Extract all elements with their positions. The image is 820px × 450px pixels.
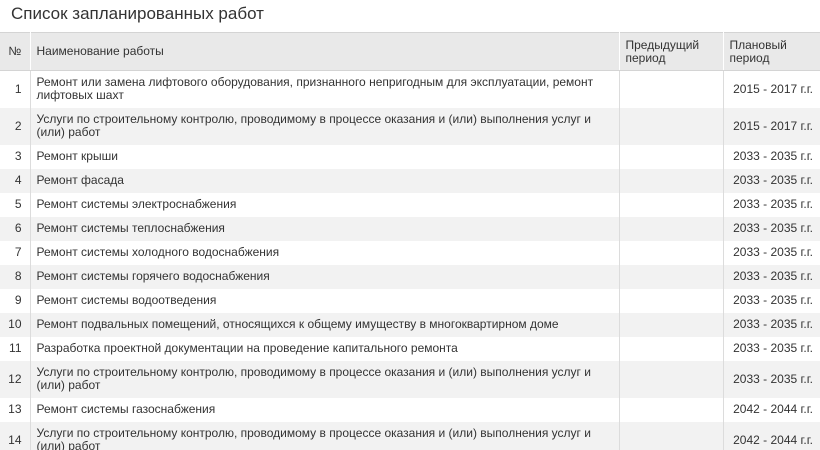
table-row: 4 Ремонт фасада 2033 - 2035 г.г. <box>0 168 820 193</box>
row-number: 7 <box>0 240 31 265</box>
work-name: Услуги по строительному контролю, провод… <box>30 107 620 145</box>
planned-works-panel: Список запланированных работ № Наименова… <box>0 0 820 450</box>
column-header-planned-period: Плановый период <box>723 32 820 71</box>
table-header-row: № Наименование работы Предыдущий период … <box>0 32 820 71</box>
planned-period: 2033 - 2035 г.г. <box>723 264 820 289</box>
row-number: 8 <box>0 264 31 289</box>
table-row: 12 Услуги по строительному контролю, пров… <box>0 360 820 398</box>
planned-period: 2033 - 2035 г.г. <box>723 192 820 217</box>
table-row: 8 Ремонт системы горячего водоснабжения 20… <box>0 264 820 289</box>
table-row: 11 Разработка проектной документации на п… <box>0 336 820 361</box>
table-row: 3 Ремонт крыши 2033 - 2035 г.г. <box>0 144 820 169</box>
row-number: 9 <box>0 288 31 313</box>
table-row: 1 Ремонт или замена лифтового оборудовани… <box>0 70 820 108</box>
row-number: 4 <box>0 168 31 193</box>
planned-period: 2015 - 2017 г.г. <box>723 107 820 145</box>
table-row: 6 Ремонт системы теплоснабжения 2033 - 203… <box>0 216 820 241</box>
row-number: 1 <box>0 70 31 108</box>
previous-period <box>619 336 724 361</box>
table-row: 9 Ремонт системы водоотведения 2033 - 2035… <box>0 288 820 313</box>
row-number: 2 <box>0 107 31 145</box>
row-number: 5 <box>0 192 31 217</box>
row-number: 11 <box>0 336 31 361</box>
previous-period <box>619 288 724 313</box>
work-name: Ремонт системы холодного водоснабжения <box>30 240 620 265</box>
row-number: 13 <box>0 397 31 422</box>
row-number: 6 <box>0 216 31 241</box>
planned-period: 2033 - 2035 г.г. <box>723 312 820 337</box>
planned-period: 2033 - 2035 г.г. <box>723 360 820 398</box>
column-header-num: № <box>0 32 31 71</box>
work-name: Ремонт фасада <box>30 168 620 193</box>
table-row: 10 Ремонт подвальных помещений, относящих… <box>0 312 820 337</box>
work-name: Ремонт системы электроснабжения <box>30 192 620 217</box>
row-number: 10 <box>0 312 31 337</box>
previous-period <box>619 168 724 193</box>
previous-period <box>619 107 724 145</box>
work-name: Ремонт крыши <box>30 144 620 169</box>
previous-period <box>619 240 724 265</box>
previous-period <box>619 144 724 169</box>
planned-period: 2015 - 2017 г.г. <box>723 70 820 108</box>
previous-period <box>619 360 724 398</box>
table-row: 2 Услуги по строительному контролю, прово… <box>0 107 820 145</box>
planned-period: 2033 - 2035 г.г. <box>723 144 820 169</box>
planned-period: 2042 - 2044 г.г. <box>723 397 820 422</box>
planned-period: 2033 - 2035 г.г. <box>723 288 820 313</box>
planned-works-table: № Наименование работы Предыдущий период … <box>0 32 820 450</box>
planned-period: 2033 - 2035 г.г. <box>723 168 820 193</box>
page-title: Список запланированных работ <box>11 4 264 23</box>
previous-period <box>619 216 724 241</box>
previous-period <box>619 192 724 217</box>
previous-period <box>619 397 724 422</box>
work-name: Услуги по строительному контролю, провод… <box>30 421 620 450</box>
table-row: 14 Услуги по строительному контролю, пров… <box>0 421 820 450</box>
work-name: Ремонт подвальных помещений, относящихся… <box>30 312 620 337</box>
work-name: Разработка проектной документации на про… <box>30 336 620 361</box>
work-name: Ремонт или замена лифтового оборудования… <box>30 70 620 108</box>
column-header-previous-period: Предыдущий период <box>619 32 724 71</box>
work-name: Ремонт системы водоотведения <box>30 288 620 313</box>
work-name: Ремонт системы газоснабжения <box>30 397 620 422</box>
work-name: Услуги по строительному контролю, провод… <box>30 360 620 398</box>
row-number: 3 <box>0 144 31 169</box>
previous-period <box>619 312 724 337</box>
planned-period: 2033 - 2035 г.г. <box>723 240 820 265</box>
planned-period: 2033 - 2035 г.г. <box>723 336 820 361</box>
previous-period <box>619 264 724 289</box>
table-body: 1 Ремонт или замена лифтового оборудовани… <box>0 70 820 450</box>
row-number: 14 <box>0 421 31 450</box>
row-number: 12 <box>0 360 31 398</box>
planned-period: 2042 - 2044 г.г. <box>723 421 820 450</box>
table-row: 13 Ремонт системы газоснабжения 2042 - 204… <box>0 397 820 422</box>
previous-period <box>619 421 724 450</box>
table-row: 7 Ремонт системы холодного водоснабжения 2… <box>0 240 820 265</box>
column-header-name: Наименование работы <box>30 32 620 71</box>
previous-period <box>619 70 724 108</box>
table-row: 5 Ремонт системы электроснабжения 2033 - 2… <box>0 192 820 217</box>
planned-period: 2033 - 2035 г.г. <box>723 216 820 241</box>
work-name: Ремонт системы горячего водоснабжения <box>30 264 620 289</box>
work-name: Ремонт системы теплоснабжения <box>30 216 620 241</box>
